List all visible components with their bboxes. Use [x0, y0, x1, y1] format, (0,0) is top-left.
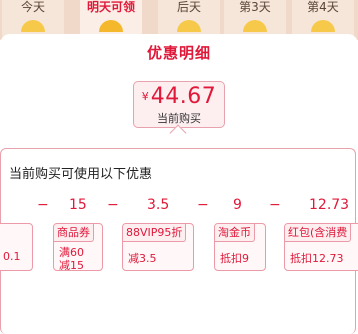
price-value: 44.67 — [150, 84, 217, 109]
card-tag: 红包(含消费 — [285, 224, 352, 242]
card-line: 0.1 — [3, 250, 21, 263]
discount-card[interactable]: 红包(含消费 抵扣12.73 — [284, 223, 358, 271]
calc-value: 12.73 — [309, 197, 350, 213]
current-price-box: ¥44.67 当前购买 — [133, 81, 225, 128]
card-line: 抵扣9 — [220, 252, 249, 265]
coin-icon — [177, 20, 201, 32]
card-tag: 商品券 — [54, 224, 94, 242]
discount-panel: 当前购买可使用以下优惠 − 15 − 3.5 − 9 − 12.73 0.1 商… — [0, 148, 358, 334]
calc-value: 3.5 — [147, 197, 170, 213]
minus-sign: − — [197, 197, 209, 213]
day-label: 第3天 — [239, 0, 271, 14]
card-tag: 淘金币 — [215, 224, 255, 242]
calc-value: 15 — [69, 197, 87, 213]
coin-icon — [243, 20, 267, 32]
discount-card[interactable]: 淘金币 抵扣9 — [214, 223, 266, 271]
card-line: 抵扣12.73 — [290, 252, 344, 265]
price-line: ¥44.67 — [134, 84, 224, 109]
minus-sign: − — [269, 197, 281, 213]
calc-row: − 15 − 3.5 − 9 − 12.73 — [1, 197, 357, 217]
coin-icon — [99, 20, 123, 32]
card-line: 减3.5 — [128, 252, 157, 265]
coin-icon — [21, 20, 45, 32]
discount-card[interactable]: 88VIP95折 减3.5 — [122, 223, 194, 271]
discount-sheet: 优惠明细 ¥44.67 当前购买 当前购买可使用以下优惠 − 15 − 3.5 … — [0, 34, 358, 334]
card-tag: 88VIP95折 — [123, 224, 187, 242]
coin-icon — [311, 20, 335, 32]
price-caption: 当前购买 — [157, 112, 201, 125]
sheet-title: 优惠明细 — [146, 44, 211, 62]
card-line: 减15 — [59, 259, 84, 271]
day-label: 后天 — [176, 0, 201, 14]
day-label: 今天 — [20, 0, 45, 14]
minus-sign: − — [107, 197, 119, 213]
discount-card[interactable]: 商品券 满60 减15 — [53, 223, 103, 271]
day-label: 明天可领 — [86, 0, 135, 14]
discount-card[interactable]: 0.1 — [0, 223, 33, 271]
minus-sign: − — [37, 197, 49, 213]
coupon-detail-screen: 今天 明天可领 后天 第3天 第4天 优惠明细 ¥44.67 当前购买 当前购买… — [0, 0, 358, 334]
discount-heading: 当前购买可使用以下优惠 — [9, 167, 153, 182]
day-label: 第4天 — [307, 0, 339, 14]
calc-value: 9 — [233, 197, 242, 213]
currency-symbol: ¥ — [141, 90, 149, 103]
